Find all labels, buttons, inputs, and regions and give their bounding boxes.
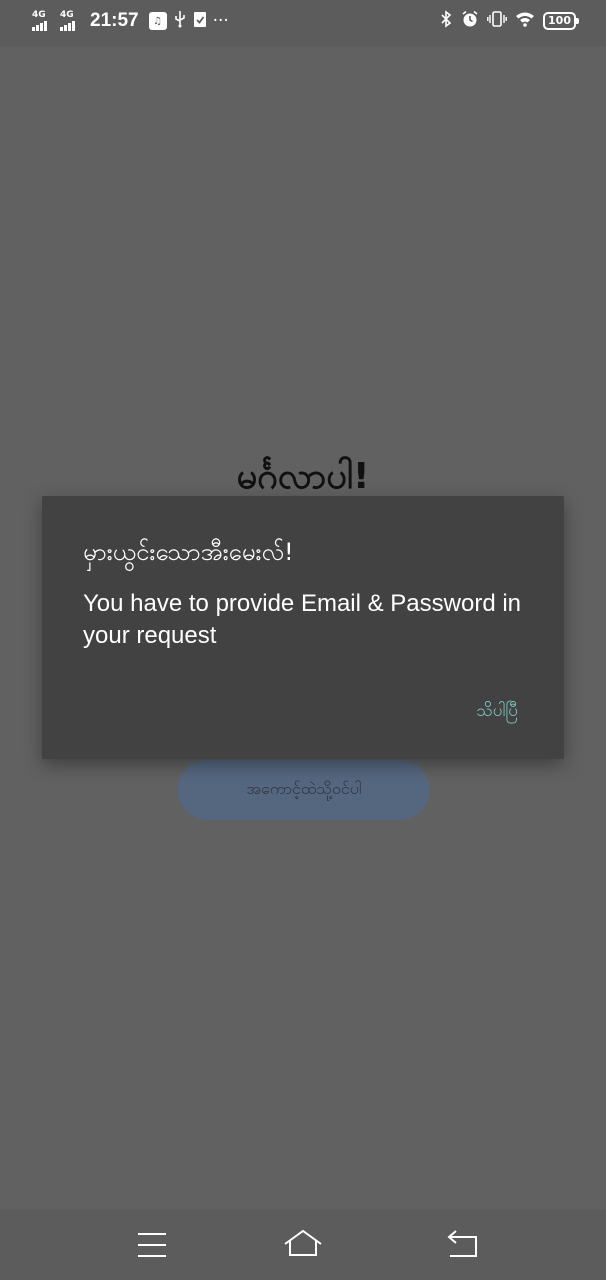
dialog-ok-button[interactable]: သိပါပြီ [476, 700, 518, 725]
bluetooth-icon [439, 10, 453, 32]
wifi-icon [515, 11, 535, 31]
app-badge-icon: ♫ [148, 12, 167, 30]
more-notifications-icon: ··· [212, 11, 229, 31]
network-type-label: 4G [32, 10, 46, 20]
check-shield-icon [193, 10, 207, 32]
clock: 21:57 [90, 10, 139, 31]
dialog-message: You have to provide Email & Password in … [83, 590, 522, 649]
back-icon[interactable] [442, 1228, 482, 1262]
login-button[interactable]: အကောင့်ထဲသို့ဝင်ပါ [178, 760, 430, 820]
network-type-label: 4G [60, 10, 74, 20]
battery-icon: 100 [543, 12, 579, 30]
navigation-bar [0, 1210, 606, 1280]
alarm-icon [461, 10, 479, 32]
home-icon[interactable] [283, 1228, 323, 1262]
status-bar: 4G 4G 21:57 ♫ ··· 100 [0, 0, 606, 46]
error-dialog: မှားယွင်းသောအီးမေးလ်! You have to provid… [42, 496, 564, 759]
usb-icon [173, 10, 187, 32]
vibrate-icon [487, 10, 507, 32]
menu-icon[interactable] [132, 1228, 172, 1262]
dialog-title: မှားယွင်းသောအီးမေးလ်! [83, 538, 294, 566]
signal-icon: 4G [32, 10, 54, 32]
signal-icon: 4G [60, 10, 82, 32]
